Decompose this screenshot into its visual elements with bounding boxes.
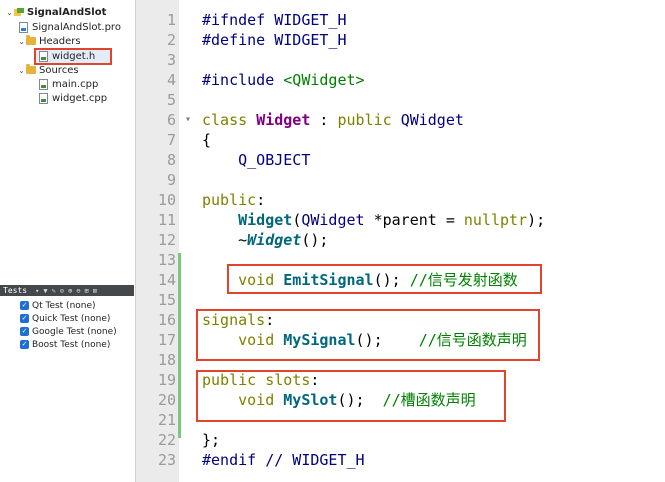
highlight-slots bbox=[196, 370, 506, 422]
code-token: #endif bbox=[202, 451, 266, 469]
code-token: public bbox=[337, 111, 401, 129]
line-number: 22 bbox=[157, 431, 176, 449]
code-line[interactable]: 1 #ifndef WIDGET_H bbox=[0, 10, 665, 30]
code-token: { bbox=[202, 131, 212, 149]
line-number: 16 bbox=[157, 311, 176, 329]
line-number: 3 bbox=[166, 51, 176, 69]
code-text: { bbox=[202, 130, 211, 150]
code-line[interactable]: 3 bbox=[0, 50, 665, 70]
line-number: 2 bbox=[166, 31, 176, 49]
line-number: 11 bbox=[157, 211, 176, 229]
code-token: QWidget bbox=[400, 111, 464, 129]
line-number: 9 bbox=[166, 171, 176, 189]
code-token: Widget bbox=[256, 111, 311, 129]
line-number: 19 bbox=[157, 371, 176, 389]
fold-marker-icon[interactable]: ▾ bbox=[185, 110, 191, 130]
highlight-signals bbox=[196, 309, 540, 361]
code-text: ~Widget(); bbox=[202, 230, 328, 250]
line-number: 12 bbox=[157, 231, 176, 249]
code-text: }; bbox=[202, 430, 220, 450]
code-text: #ifndef WIDGET_H bbox=[202, 10, 347, 30]
code-text: #include <QWidget> bbox=[202, 70, 365, 90]
line-number: 1 bbox=[166, 11, 176, 29]
code-token: #ifndef WIDGET_H bbox=[202, 11, 347, 29]
code-line[interactable]: 4 #include <QWidget> bbox=[0, 70, 665, 90]
line-number: 5 bbox=[166, 91, 176, 109]
line-number: 20 bbox=[157, 391, 176, 409]
code-line[interactable]: 23 #endif // WIDGET_H bbox=[0, 450, 665, 470]
code-token: (); bbox=[301, 231, 329, 249]
code-line[interactable]: 9 bbox=[0, 170, 665, 190]
code-token: ~ bbox=[202, 231, 248, 249]
highlight-emitsignal bbox=[227, 264, 542, 294]
code-token: : bbox=[256, 191, 266, 209]
code-line[interactable]: 12 ~Widget(); bbox=[0, 230, 665, 250]
line-number: 8 bbox=[166, 151, 176, 169]
line-number: 14 bbox=[157, 271, 176, 289]
line-number: 13 bbox=[157, 251, 176, 269]
line-number: 21 bbox=[157, 411, 176, 429]
code-token: : bbox=[310, 111, 338, 129]
code-token: <QWidget> bbox=[283, 71, 365, 89]
code-line[interactable]: 2 #define WIDGET_H bbox=[0, 30, 665, 50]
code-text: Widget(QWidget *parent = nullptr); bbox=[202, 210, 545, 230]
code-line[interactable]: 10 public: bbox=[0, 190, 665, 210]
line-number: 15 bbox=[157, 291, 176, 309]
code-token: *parent = bbox=[364, 211, 464, 229]
code-token: #include bbox=[202, 71, 284, 89]
line-number: 7 bbox=[166, 131, 176, 149]
code-token: nullptr bbox=[463, 211, 528, 229]
line-number: 18 bbox=[157, 351, 176, 369]
code-text: public: bbox=[202, 190, 265, 210]
code-text: #endif // WIDGET_H bbox=[202, 450, 365, 470]
line-number: 4 bbox=[166, 71, 176, 89]
code-line[interactable]: 11 Widget(QWidget *parent = nullptr); bbox=[0, 210, 665, 230]
code-line[interactable]: 22}; bbox=[0, 430, 665, 450]
line-number: 17 bbox=[157, 331, 176, 349]
code-token: #define WIDGET_H bbox=[202, 31, 347, 49]
code-line[interactable]: 7{ bbox=[0, 130, 665, 150]
code-token: Q_OBJECT bbox=[202, 151, 311, 169]
code-token: class bbox=[202, 111, 257, 129]
code-line[interactable]: 6 ▾ class Widget : public QWidget bbox=[0, 110, 665, 130]
code-line[interactable]: 8 Q_OBJECT bbox=[0, 150, 665, 170]
code-token: }; bbox=[202, 431, 221, 449]
code-token: QWidget bbox=[301, 211, 365, 229]
code-token: ( bbox=[292, 211, 302, 229]
code-token: Widget bbox=[238, 211, 293, 229]
code-text: Q_OBJECT bbox=[202, 150, 310, 170]
code-text: class Widget : public QWidget bbox=[202, 110, 464, 130]
line-number: 6 bbox=[166, 111, 176, 129]
code-token: ); bbox=[527, 211, 546, 229]
line-number: 10 bbox=[157, 191, 176, 209]
code-token: Widget bbox=[247, 231, 302, 249]
code-token: public bbox=[202, 191, 257, 209]
line-number: 23 bbox=[157, 451, 176, 469]
code-line[interactable]: 5 bbox=[0, 90, 665, 110]
code-token: // WIDGET_H bbox=[265, 451, 365, 469]
code-text: #define WIDGET_H bbox=[202, 30, 347, 50]
